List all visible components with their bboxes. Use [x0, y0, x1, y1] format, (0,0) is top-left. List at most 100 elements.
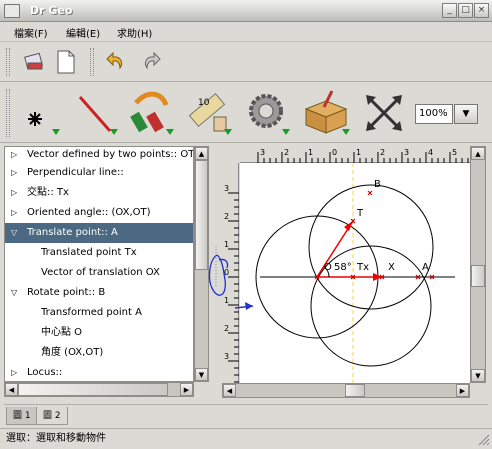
title-bar[interactable]: Dr Geo _ □ × [0, 0, 492, 22]
scroll-left-arrow-icon[interactable]: ◀ [5, 383, 18, 396]
toolbar-grip[interactable] [6, 48, 10, 76]
macro-tool-button[interactable] [302, 89, 350, 137]
scroll-down-arrow-icon[interactable]: ▼ [471, 369, 485, 382]
scroll-down-arrow-icon[interactable]: ▼ [195, 368, 208, 381]
expander-expanded-icon[interactable]: ▽ [11, 283, 17, 303]
scroll-up-arrow-icon[interactable]: ▲ [471, 147, 485, 160]
tree-horizontal-scrollbar[interactable]: ◀ ▶ [4, 382, 194, 397]
tree-row-label: Oriented angle:: (OX,OT) [27, 207, 151, 218]
expander-expanded-icon[interactable]: ▽ [11, 223, 17, 243]
numeric-tool-button[interactable]: 10 [186, 89, 234, 137]
label-a: A [422, 262, 429, 273]
ruler-label: 4 [428, 148, 433, 157]
tree-row-label: 角度 (OX,OT) [41, 347, 104, 358]
tree-row-selected[interactable]: ▽ Translate point:: A [5, 223, 193, 243]
ruler-label: 2 [224, 212, 229, 221]
geometry-canvas[interactable]: B T O 58° Tx X A [240, 163, 470, 383]
ruler-label: 1 [308, 148, 313, 157]
tree-row[interactable]: Vector of translation OX [5, 263, 193, 283]
dropdown-triangle-icon [342, 129, 350, 135]
expander-collapsed-icon[interactable]: ▷ [11, 163, 17, 183]
expander-collapsed-icon[interactable]: ▷ [11, 203, 17, 223]
tree-row[interactable]: Transformed point A [5, 303, 193, 323]
ruler-label: 5 [452, 148, 457, 157]
ruler-corner [222, 146, 240, 163]
tree-row[interactable]: Translated point Tx [5, 243, 193, 263]
tree-row[interactable]: ▷ Perpendicular line:: [5, 163, 193, 183]
ruler-label: 3 [224, 184, 229, 193]
maximize-button[interactable]: □ [458, 3, 473, 18]
geometry-figure: B T O 58° Tx X A [255, 163, 455, 383]
scroll-right-arrow-icon[interactable]: ▶ [456, 384, 469, 397]
open-file-button[interactable] [20, 48, 48, 76]
menu-help[interactable]: 求助(H) [117, 25, 152, 40]
resize-grip-icon[interactable] [476, 432, 490, 446]
tree-row[interactable]: ▷ 交點:: Tx [5, 183, 193, 203]
scroll-up-arrow-icon[interactable]: ▲ [195, 147, 208, 160]
scroll-thumb[interactable] [471, 265, 485, 287]
scroll-right-arrow-icon[interactable]: ▶ [180, 383, 193, 396]
window-icon[interactable] [4, 4, 20, 18]
ruler-label: 2 [284, 148, 289, 157]
dropdown-triangle-icon [166, 129, 174, 135]
tree-row-label: Vector of translation OX [41, 267, 160, 278]
tab-figure-2[interactable]: 圖 2 [36, 407, 68, 425]
tree-row[interactable]: 中心點 O [5, 323, 193, 343]
tree-row-label: 中心點 O [41, 327, 83, 338]
close-button[interactable]: × [474, 3, 489, 18]
new-file-button[interactable] [52, 48, 80, 76]
label-o: O [324, 262, 332, 273]
undo-button[interactable] [102, 48, 130, 76]
expander-collapsed-icon[interactable]: ▷ [11, 363, 17, 381]
curve-tool-button[interactable] [128, 89, 176, 137]
svg-text:10: 10 [198, 98, 210, 108]
redo-icon [144, 51, 161, 70]
expander-collapsed-icon[interactable]: ▷ [11, 183, 17, 203]
zoom-dropdown-button[interactable]: ▼ [454, 104, 478, 124]
window-title: Dr Geo [30, 4, 73, 17]
dropdown-triangle-icon [52, 129, 60, 135]
menu-file[interactable]: 檔案(F) [14, 25, 48, 40]
point-b [367, 190, 373, 196]
tree-row-label: Translate point:: A [27, 227, 118, 238]
move-tool-button[interactable] [360, 89, 408, 137]
tree-row-label: 交點:: Tx [27, 187, 69, 198]
label-angle: 58° [334, 262, 352, 273]
ruler-label: 3 [404, 148, 409, 157]
tree-row-label: Locus:: [27, 367, 63, 378]
tree-row[interactable]: ▽ Rotate point:: B [5, 283, 193, 303]
tree-row[interactable]: ▷ Locus:: [5, 363, 193, 381]
label-t: T [356, 208, 364, 219]
move-arrows-icon [366, 95, 402, 131]
status-bar: 選取：選取和移動物件 [0, 428, 492, 449]
tab-figure-1[interactable]: 圖 1 [6, 407, 38, 425]
canvas-vertical-scrollbar[interactable]: ▲ ▼ [470, 146, 486, 383]
transformation-tool-button[interactable] [244, 89, 292, 137]
new-file-icon [57, 50, 75, 74]
zoom-input[interactable]: 100% [415, 104, 453, 124]
canvas-horizontal-scrollbar[interactable]: ◀ ▶ [222, 383, 470, 398]
dropdown-triangle-icon [110, 129, 118, 135]
ruler-label: 2 [380, 148, 385, 157]
tree-row[interactable]: 角度 (OX,OT) [5, 343, 193, 363]
tree-row[interactable]: ▷ Oriented angle:: (OX,OT) [5, 203, 193, 223]
horizontal-ruler: 3210123456 [240, 146, 492, 163]
horizontal-ruler-ticks: 3210123456 [257, 148, 492, 163]
scroll-thumb[interactable] [18, 383, 168, 396]
ruler-label: 3 [224, 352, 229, 361]
ruler-label: 1 [356, 148, 361, 157]
menu-edit[interactable]: 編輯(E) [66, 25, 100, 40]
point-tool-button[interactable] [20, 89, 68, 137]
scroll-thumb[interactable] [345, 384, 365, 397]
ruler-label: 3 [260, 148, 265, 157]
toolbar-separator [90, 48, 94, 76]
scroll-left-arrow-icon[interactable]: ◀ [223, 384, 236, 397]
tree-row-label: Transformed point A [41, 307, 142, 318]
redo-button[interactable] [137, 48, 165, 76]
minimize-button[interactable]: _ [442, 3, 457, 18]
line-tool-button[interactable] [74, 89, 122, 137]
tree-row-label: Perpendicular line:: [27, 167, 124, 178]
open-file-icon [24, 52, 43, 70]
main-toolbar [0, 42, 492, 82]
toolbar-grip[interactable] [6, 89, 10, 137]
